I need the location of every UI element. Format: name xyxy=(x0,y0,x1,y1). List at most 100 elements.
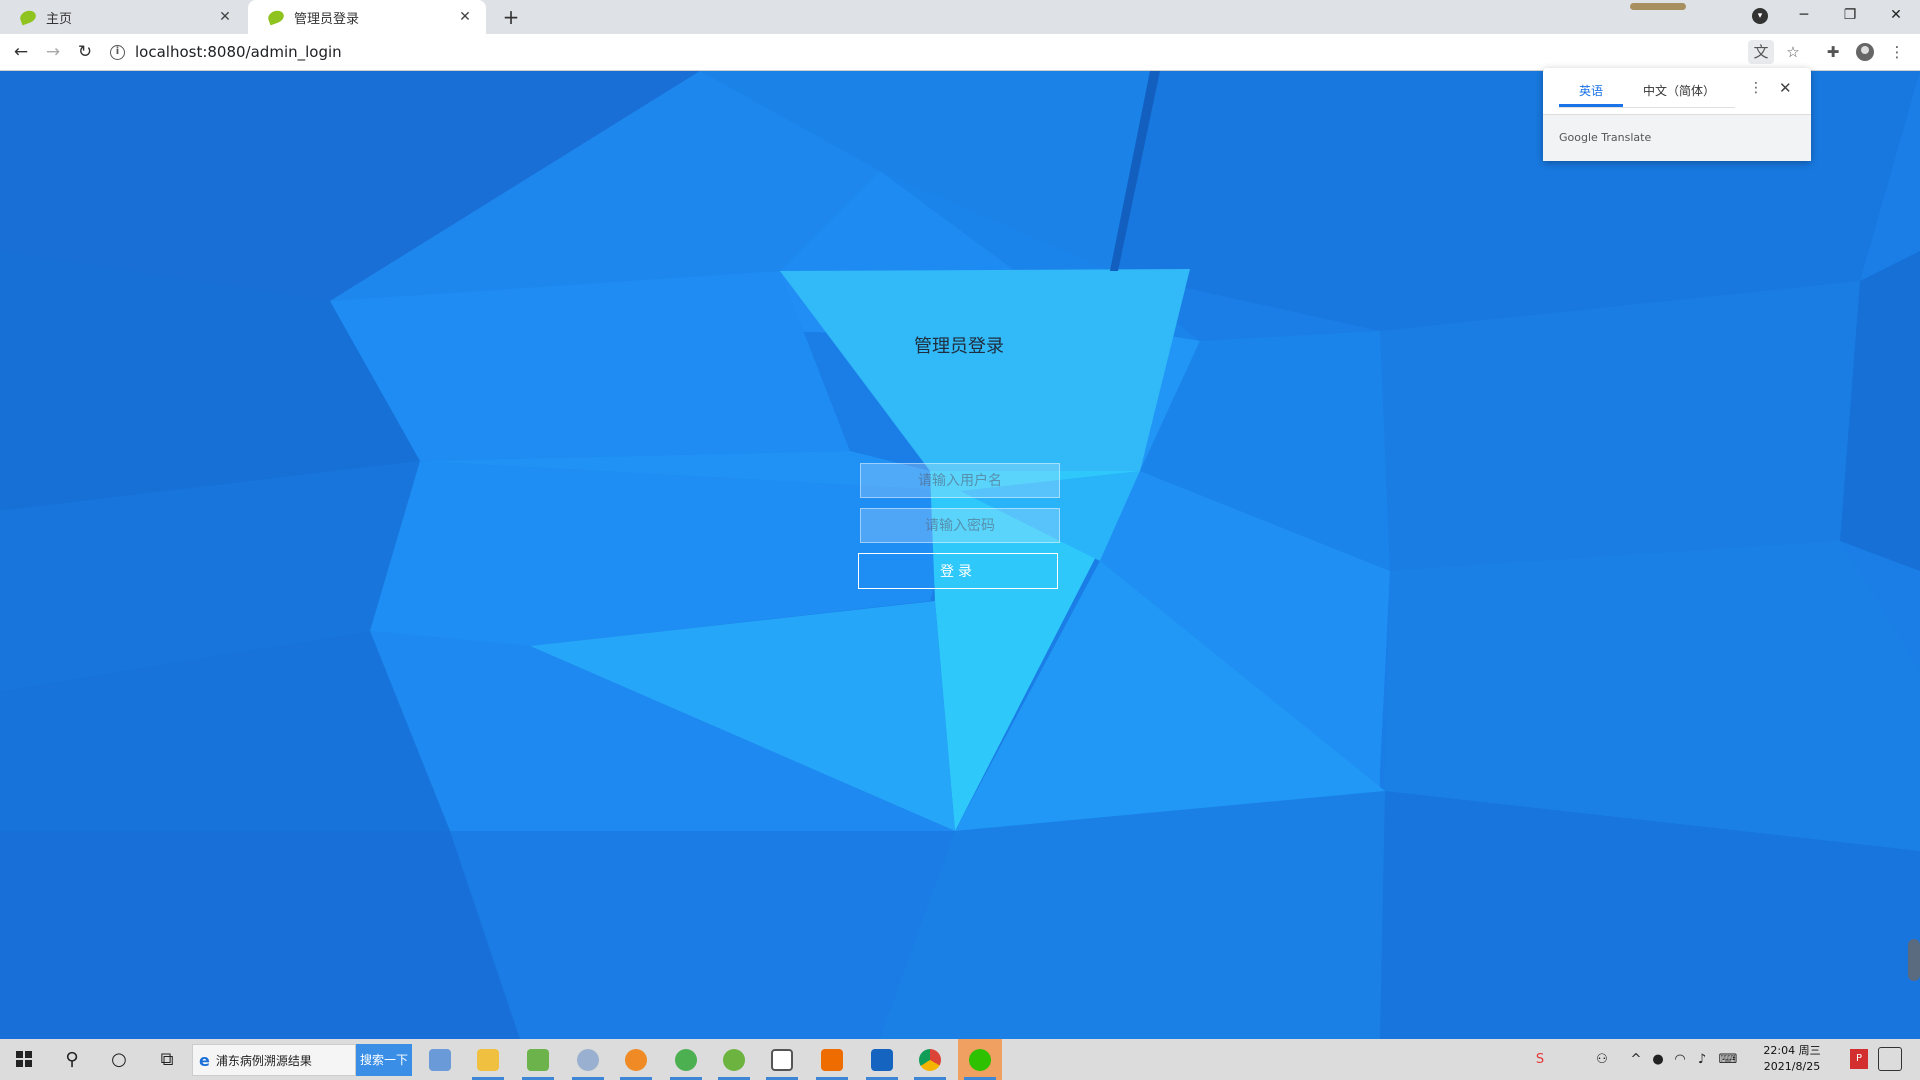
taskbar-app-chrome[interactable] xyxy=(908,1039,952,1080)
window-app-icon xyxy=(771,1049,793,1071)
spring-icon xyxy=(723,1049,745,1071)
orange-app-icon xyxy=(821,1049,843,1071)
taskbar-app-editor[interactable] xyxy=(516,1039,560,1080)
source-language-tab[interactable]: 英语 xyxy=(1559,82,1623,99)
search-query: 浦东病例溯源结果 xyxy=(215,1053,312,1068)
windows-logo-icon xyxy=(16,1051,32,1067)
task-view-icon: ⧉ xyxy=(160,1049,174,1070)
login-button[interactable]: 登录 xyxy=(858,553,1058,589)
editor-icon xyxy=(527,1049,549,1071)
arrow-left-icon: ← xyxy=(13,42,29,62)
volume-icon[interactable]: ♪ xyxy=(1692,1039,1712,1080)
task-view-button[interactable]: ⧉ xyxy=(145,1039,189,1080)
arrow-right-icon: → xyxy=(45,42,61,62)
password-input[interactable] xyxy=(860,508,1060,543)
reload-icon: ↻ xyxy=(77,42,93,62)
plus-icon: + xyxy=(502,5,520,29)
close-icon[interactable]: ✕ xyxy=(216,8,234,26)
browser-toolbar: ← → ↻ i localhost:8080/admin_login 文 ☆ ✚… xyxy=(0,34,1920,71)
divider xyxy=(1559,107,1735,108)
notification-icon[interactable] xyxy=(1878,1047,1902,1071)
notepad-icon xyxy=(429,1049,451,1071)
profile-button[interactable] xyxy=(1852,40,1878,64)
scrollbar-thumb[interactable] xyxy=(1908,939,1920,981)
tab-home[interactable]: 主页 ✕ xyxy=(0,0,246,34)
minimize-button[interactable]: ─ xyxy=(1782,0,1826,30)
green-app-icon xyxy=(675,1049,697,1071)
reload-button[interactable]: ↻ xyxy=(72,39,98,65)
taskbar-app-orange[interactable] xyxy=(810,1039,854,1080)
cortana-button[interactable]: ○ xyxy=(97,1039,141,1080)
search-go-button[interactable]: 搜索一下 xyxy=(356,1044,412,1076)
drag-handle[interactable] xyxy=(1630,3,1686,10)
browser-tab-strip: 主页 ✕ 管理员登录 ✕ + ▾ ─ ❐ ✕ xyxy=(0,0,1920,34)
taskbar-app-green[interactable] xyxy=(664,1039,708,1080)
search-button[interactable]: ⚲ xyxy=(50,1039,94,1080)
username-input[interactable] xyxy=(860,463,1060,498)
translate-button[interactable]: 文 xyxy=(1748,40,1774,64)
back-button[interactable]: ← xyxy=(8,39,34,65)
taskbar-app-window[interactable] xyxy=(760,1039,804,1080)
taskbar: ⚲ ○ ⧉ e 浦东病例溯源结果 搜索一下 S ⚇ ^ ● ◠ ♪ ⌨ 22:0… xyxy=(0,1039,1920,1080)
clock-time: 22:04 周三 xyxy=(1763,1044,1821,1057)
system-clock[interactable]: 22:04 周三 2021/8/25 xyxy=(1756,1043,1828,1075)
kebab-icon: ⋮ xyxy=(1889,43,1905,61)
tab-admin-login[interactable]: 管理员登录 ✕ xyxy=(248,0,486,34)
people-icon[interactable]: ⚇ xyxy=(1590,1039,1614,1080)
tab-search-icon[interactable]: ▾ xyxy=(1752,8,1768,24)
leaf-icon xyxy=(18,8,38,26)
google-translate-brand: Google Translate xyxy=(1559,131,1652,144)
tab-title: 主页 xyxy=(46,11,73,27)
taskbar-app-spring[interactable] xyxy=(712,1039,756,1080)
url-text: localhost:8080/admin_login xyxy=(135,43,342,61)
clock-date: 2021/8/25 xyxy=(1763,1060,1821,1073)
wifi-icon[interactable]: ◠ xyxy=(1670,1039,1690,1080)
kebab-icon[interactable]: ⋮ xyxy=(1749,80,1763,96)
tool-icon xyxy=(577,1049,599,1071)
taskbar-app-explorer[interactable] xyxy=(466,1039,510,1080)
close-icon: ✕ xyxy=(1890,7,1902,23)
new-tab-button[interactable]: + xyxy=(498,4,524,30)
taskbar-app-wechat[interactable] xyxy=(958,1039,1002,1080)
close-window-button[interactable]: ✕ xyxy=(1874,0,1918,30)
leaf-icon xyxy=(266,8,286,26)
menu-button[interactable]: ⋮ xyxy=(1884,40,1910,64)
tab-title: 管理员登录 xyxy=(294,11,360,27)
bookmark-button[interactable]: ☆ xyxy=(1780,40,1806,64)
avatar-icon xyxy=(1856,43,1874,61)
minimize-icon: ─ xyxy=(1799,7,1809,23)
target-language-tab[interactable]: 中文（简体） xyxy=(1643,82,1715,99)
ie-icon: e xyxy=(199,1050,210,1070)
close-icon[interactable]: ✕ xyxy=(1779,79,1792,97)
chrome-icon xyxy=(919,1049,941,1071)
magnifier-app-icon xyxy=(625,1049,647,1071)
pdf-app-icon[interactable]: P xyxy=(1850,1049,1868,1069)
info-icon[interactable]: i xyxy=(110,44,125,60)
input-method-icon[interactable]: S xyxy=(1528,1039,1552,1080)
address-bar[interactable]: i localhost:8080/admin_login xyxy=(110,39,1790,65)
keyboard-icon[interactable]: ⌨ xyxy=(1716,1039,1740,1080)
restore-icon: ❐ xyxy=(1843,7,1857,23)
puzzle-icon: ✚ xyxy=(1826,43,1840,61)
extensions-button[interactable]: ✚ xyxy=(1820,40,1846,64)
taskbar-app-vm[interactable] xyxy=(860,1039,904,1080)
folder-icon xyxy=(477,1049,499,1071)
start-button[interactable] xyxy=(2,1039,46,1080)
taskbar-search-box[interactable]: e 浦东病例溯源结果 xyxy=(192,1044,356,1076)
star-icon: ☆ xyxy=(1786,43,1800,61)
translate-popup: 英语 中文（简体） ⋮ ✕ Google Translate xyxy=(1543,68,1811,161)
wechat-icon xyxy=(969,1049,991,1071)
taskbar-app-tool[interactable] xyxy=(566,1039,610,1080)
chevron-up-icon[interactable]: ^ xyxy=(1626,1039,1646,1080)
taskbar-app-search[interactable] xyxy=(614,1039,658,1080)
qq-icon[interactable]: ● xyxy=(1648,1039,1668,1080)
search-icon: ⚲ xyxy=(65,1049,79,1070)
translate-icon: 文 xyxy=(1753,43,1769,61)
circle-icon: ○ xyxy=(111,1049,127,1070)
login-title: 管理员登录 xyxy=(914,336,1004,357)
close-icon[interactable]: ✕ xyxy=(456,8,474,26)
vm-icon xyxy=(871,1049,893,1071)
forward-button[interactable]: → xyxy=(40,39,66,65)
restore-button[interactable]: ❐ xyxy=(1828,0,1872,30)
taskbar-app-notepad[interactable] xyxy=(418,1039,462,1080)
